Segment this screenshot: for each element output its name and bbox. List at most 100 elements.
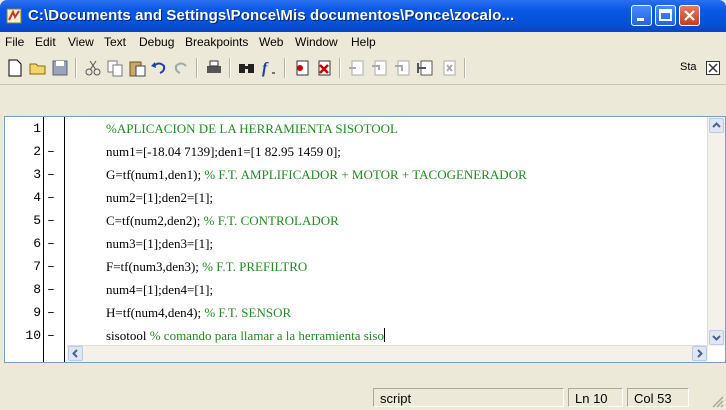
- minimize-button[interactable]: [631, 5, 652, 26]
- code-line[interactable]: num1=[-18.04 7139];den1=[1 82.95 1459 0]…: [106, 144, 341, 160]
- breakpoint-marker[interactable]: –: [47, 328, 55, 343]
- maximize-button[interactable]: [655, 5, 676, 26]
- line-number: 3: [33, 167, 41, 182]
- close-toolbar-icon[interactable]: [706, 61, 720, 75]
- breakpoint-marker[interactable]: –: [47, 305, 55, 320]
- breakpoint-marker[interactable]: –: [47, 259, 55, 274]
- vertical-scrollbar[interactable]: [707, 117, 725, 346]
- title-bar[interactable]: C:\Documents and Settings\Ponce\Mis docu…: [0, 0, 726, 32]
- toolbar-separator: [229, 58, 231, 78]
- code-line[interactable]: G=tf(num1,den1); % F.T. AMPLIFICADOR + M…: [106, 167, 527, 183]
- code-line[interactable]: F=tf(num3,den3); % F.T. PREFILTRO: [106, 259, 307, 275]
- continue-icon[interactable]: [416, 58, 436, 78]
- code-line[interactable]: num4=[1];den4=[1];: [106, 282, 213, 298]
- resize-grip-icon[interactable]: [710, 394, 724, 408]
- toolbar-separator: [75, 58, 77, 78]
- code-text: num3=[1];den3=[1];: [106, 236, 214, 251]
- code-editor[interactable]: 1 %APLICACION DE LA HERRAMIENTA SISOTOOL…: [4, 116, 726, 363]
- open-folder-icon[interactable]: [28, 58, 48, 78]
- horizontal-scrollbar[interactable]: [67, 345, 708, 362]
- function-icon[interactable]: f: [259, 58, 279, 78]
- code-text: G=tf(num1,den1);: [106, 167, 205, 182]
- code-text: C=tf(num2,den2);: [106, 213, 204, 228]
- code-line[interactable]: num2=[1];den2=[1];: [106, 190, 213, 206]
- new-file-icon[interactable]: [5, 58, 25, 78]
- minimize-icon: [637, 18, 644, 21]
- code-comment: % F.T. AMPLIFICADOR + MOTOR + TACOGENERA…: [204, 167, 527, 182]
- menu-edit[interactable]: Edit: [35, 35, 56, 49]
- line-number: 9: [33, 305, 41, 320]
- code-line[interactable]: num3=[1];den3=[1];: [106, 236, 213, 252]
- step-out-icon[interactable]: [393, 58, 413, 78]
- line-number: 5: [33, 213, 41, 228]
- save-icon[interactable]: [50, 58, 70, 78]
- code-text: num1=[-18.04 7139];den1=[1 82.95 1459 0]…: [106, 144, 341, 159]
- scroll-up-button[interactable]: [709, 118, 724, 133]
- step-in-icon[interactable]: [370, 58, 390, 78]
- status-bar: script Ln 10 Col 53: [0, 385, 726, 410]
- menu-debug[interactable]: Debug: [139, 35, 174, 49]
- set-breakpoint-icon[interactable]: [292, 58, 312, 78]
- status-mode-panel: script: [373, 388, 564, 407]
- line-number: 8: [33, 282, 41, 297]
- status-mode: script: [380, 391, 412, 406]
- toolbar-separator: [339, 58, 341, 78]
- maximize-icon: [659, 9, 672, 21]
- breakpoint-marker[interactable]: –: [47, 144, 55, 159]
- window-title: C:\Documents and Settings\Ponce\Mis docu…: [28, 7, 515, 24]
- step-icon[interactable]: [347, 58, 367, 78]
- menu-help[interactable]: Help: [351, 35, 376, 49]
- code-text: sisotool: [106, 328, 150, 343]
- breakpoint-marker[interactable]: –: [47, 167, 55, 182]
- chevron-down-icon: [712, 335, 721, 341]
- close-button[interactable]: [679, 5, 700, 26]
- scroll-down-button[interactable]: [709, 330, 724, 345]
- exit-debug-icon[interactable]: [439, 58, 459, 78]
- code-line[interactable]: H=tf(num4,den4); % F.T. SENSOR: [106, 305, 291, 321]
- menu-text[interactable]: Text: [104, 35, 126, 49]
- scroll-right-button[interactable]: [692, 346, 707, 361]
- toolbar: f Sta: [0, 52, 726, 85]
- scroll-left-button[interactable]: [68, 346, 83, 361]
- matlab-editor-icon: [6, 8, 22, 24]
- line-number: 1: [33, 121, 41, 136]
- code-line[interactable]: %APLICACION DE LA HERRAMIENTA SISOTOOL: [106, 121, 398, 137]
- status-col-panel: Col 53: [627, 388, 689, 407]
- menu-bar: File Edit View Text Debug Breakpoints We…: [0, 32, 726, 52]
- line-number: 7: [33, 259, 41, 274]
- gutter-divider: [64, 117, 65, 362]
- code-text: num2=[1];den2=[1];: [106, 190, 214, 205]
- status-line: Ln 10: [575, 391, 608, 406]
- code-comment: %APLICACION DE LA HERRAMIENTA SISOTOOL: [106, 121, 398, 136]
- print-icon[interactable]: [204, 58, 224, 78]
- undo-icon[interactable]: [149, 58, 169, 78]
- breakpoint-marker[interactable]: –: [47, 190, 55, 205]
- code-comment: % F.T. PREFILTRO: [202, 259, 308, 274]
- redo-icon[interactable]: [171, 58, 191, 78]
- code-line[interactable]: sisotool % comando para llamar a la herr…: [106, 328, 385, 344]
- code-line[interactable]: C=tf(num2,den2); % F.T. CONTROLADOR: [106, 213, 339, 229]
- toolbar-separator: [196, 58, 198, 78]
- code-text: H=tf(num4,den4);: [106, 305, 205, 320]
- clear-breakpoint-icon[interactable]: [314, 58, 334, 78]
- paste-icon[interactable]: [127, 58, 147, 78]
- menu-view[interactable]: View: [68, 35, 94, 49]
- code-comment: % F.T. CONTROLADOR: [203, 213, 339, 228]
- breakpoint-marker[interactable]: –: [47, 282, 55, 297]
- breakpoint-marker[interactable]: –: [47, 236, 55, 251]
- menu-window[interactable]: Window: [295, 35, 338, 49]
- toolbar-separator: [284, 58, 286, 78]
- menu-web[interactable]: Web: [259, 35, 283, 49]
- menu-breakpoints[interactable]: Breakpoints: [185, 35, 248, 49]
- breakpoint-marker[interactable]: –: [47, 213, 55, 228]
- line-number: 10: [25, 328, 41, 343]
- stack-label: Sta: [680, 61, 697, 73]
- code-text: F=tf(num3,den3);: [106, 259, 203, 274]
- line-number: 6: [33, 236, 41, 251]
- find-icon[interactable]: [237, 58, 257, 78]
- chevron-right-icon: [697, 349, 703, 358]
- copy-icon[interactable]: [105, 58, 125, 78]
- menu-file[interactable]: File: [5, 35, 24, 49]
- cut-icon[interactable]: [83, 58, 103, 78]
- code-text: num4=[1];den4=[1];: [106, 282, 214, 297]
